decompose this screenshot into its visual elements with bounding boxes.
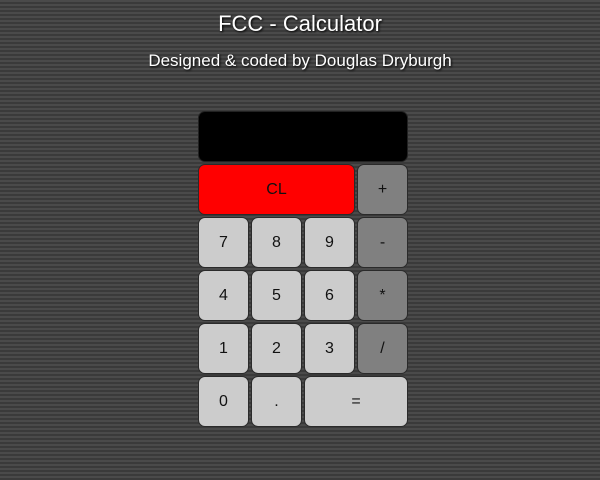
digit-1-button[interactable]: 1	[198, 323, 249, 374]
decimal-button[interactable]: .	[251, 376, 302, 427]
divide-button[interactable]: /	[357, 323, 408, 374]
minus-button[interactable]: -	[357, 217, 408, 268]
plus-button[interactable]: +	[357, 164, 408, 215]
clear-button[interactable]: CL	[198, 164, 355, 215]
digit-4-button[interactable]: 4	[198, 270, 249, 321]
multiply-button[interactable]: *	[357, 270, 408, 321]
calculator: CL + 7 8 9 - 4 5 6 * 1 2 3 / 0 . =	[198, 111, 410, 429]
page-subtitle: Designed & coded by Douglas Dryburgh	[148, 51, 452, 70]
digit-2-button[interactable]: 2	[251, 323, 302, 374]
digit-8-button[interactable]: 8	[251, 217, 302, 268]
equals-button[interactable]: =	[304, 376, 408, 427]
digit-6-button[interactable]: 6	[304, 270, 355, 321]
digit-7-button[interactable]: 7	[198, 217, 249, 268]
page-title: FCC - Calculator	[218, 11, 382, 36]
calculator-display	[198, 111, 408, 162]
digit-0-button[interactable]: 0	[198, 376, 249, 427]
digit-9-button[interactable]: 9	[304, 217, 355, 268]
digit-5-button[interactable]: 5	[251, 270, 302, 321]
digit-3-button[interactable]: 3	[304, 323, 355, 374]
